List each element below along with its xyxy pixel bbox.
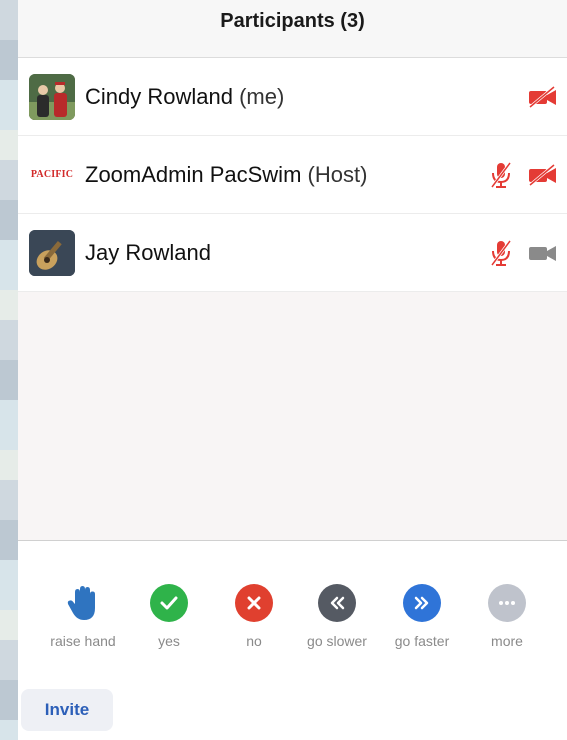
reaction-go-faster[interactable]: go faster [377,584,467,649]
reaction-no[interactable]: no [209,584,299,649]
avatar [29,73,75,120]
participant-name-text: Cindy Rowland [85,83,233,109]
reaction-go-slower[interactable]: go slower [292,584,382,649]
avatar [29,229,75,276]
participant-suffix: (Host) [307,161,368,187]
check-icon[interactable] [150,584,188,622]
hand-icon[interactable] [64,584,102,622]
reaction-label: go faster [394,633,450,649]
participant-name-text: ZoomAdmin PacSwim [85,161,302,187]
participant-list-empty-area [18,292,567,540]
video-off-icon[interactable] [527,161,559,189]
invite-button[interactable]: Invite [21,689,113,731]
reaction-label: no [246,633,262,649]
video-off-icon[interactable] [527,83,559,111]
reaction-raise-hand[interactable]: raise hand [38,584,128,649]
participant-status-icons [527,83,559,111]
participants-panel: Participants (3) Cindy Rowland (me) PACI… [18,0,567,740]
participant-status-icons [485,161,559,189]
reaction-label: yes [158,633,180,649]
participant-status-icons [485,239,559,267]
reaction-yes[interactable]: yes [124,584,214,649]
rewind-icon[interactable] [318,584,356,622]
participant-suffix: (me) [239,83,285,109]
mic-muted-icon[interactable] [485,239,517,267]
participant-row-jay[interactable]: Jay Rowland [18,214,567,292]
reaction-more[interactable]: more [462,584,552,649]
participant-list: Cindy Rowland (me) PACIFIC ZoomAdmin Pac… [18,58,567,292]
participant-name: Jay Rowland [85,240,211,266]
participant-name: Cindy Rowland (me) [85,84,284,110]
participant-row-cindy[interactable]: Cindy Rowland (me) [18,58,567,136]
page-title: Participants (3) [220,10,365,32]
reaction-label: raise hand [50,633,116,649]
reaction-label: go slower [307,633,367,649]
participant-name: ZoomAdmin PacSwim (Host) [85,162,367,188]
reactions-bar: raise hand yes no go slower go faster mo… [18,541,567,740]
video-camera-icon[interactable] [527,239,559,267]
background-desktop-strip [0,0,18,740]
pacific-logo-text: PACIFIC [30,169,74,180]
participant-row-zoomadmin[interactable]: PACIFIC ZoomAdmin PacSwim (Host) [18,136,567,214]
ellipsis-icon[interactable] [488,584,526,622]
reaction-label: more [491,633,523,649]
x-icon[interactable] [235,584,273,622]
panel-header: Participants (3) [18,0,567,58]
avatar: PACIFIC [29,151,75,198]
mic-muted-icon[interactable] [485,161,517,189]
participant-name-text: Jay Rowland [85,239,211,265]
fast-forward-icon[interactable] [403,584,441,622]
